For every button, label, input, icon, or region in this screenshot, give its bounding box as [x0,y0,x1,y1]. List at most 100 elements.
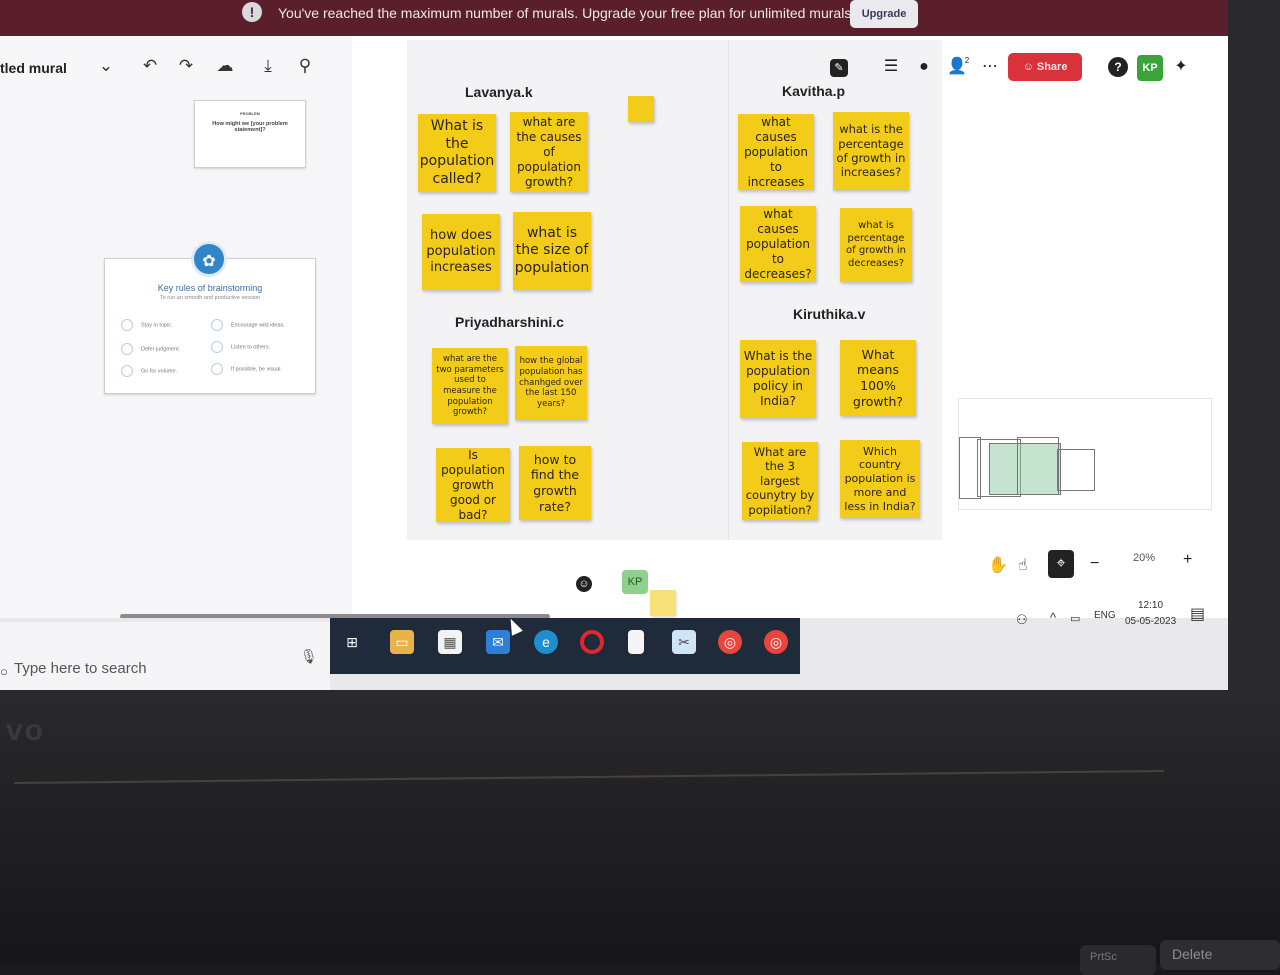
laptop-keyboard-deck: vo PrtSc Delete [0,690,1280,975]
sticky-note[interactable]: how to find the growth rate? [519,446,591,520]
rules-title: Key rules of brainstorming [157,283,263,293]
sticky-note[interactable]: what is percentage of growth in decrease… [840,208,912,282]
sparkle-icon[interactable]: ✦ [1170,56,1192,78]
group-name-lavanya: Lavanya.k [465,84,533,100]
more-icon[interactable]: ⋯ [979,56,1001,78]
mural-title[interactable]: tled mural [0,60,67,76]
outline-icon[interactable]: ☰ [880,56,902,78]
problem-statement-card[interactable]: PROBLEM How might we [your problem state… [194,100,306,168]
rule-item: Defer judgment. [121,343,180,355]
rule-item: Encourage wild ideas. [211,319,285,331]
upgrade-button[interactable]: Upgrade [850,0,918,28]
ear-icon [211,341,223,353]
minimap[interactable] [958,398,1212,510]
search-input[interactable]: Type here to search [14,660,147,677]
battery-icon[interactable]: ▭ [1070,612,1080,625]
chrome-icon[interactable]: ◎ [764,630,788,654]
group-name-kiruthika: Kiruthika.v [793,306,866,322]
sticky-note[interactable]: what are the causes of population growth… [510,112,588,192]
share-label: Share [1036,61,1068,73]
chevron-down-icon[interactable]: ⌄ [94,54,118,78]
minimap-frame [1017,437,1059,495]
lightbulb-icon [211,319,223,331]
taskbar-search[interactable]: ○ Type here to search 🎙 [0,622,330,690]
sticky-note[interactable]: what causes population to decreases? [740,206,816,282]
sticky-note[interactable]: What is the population called? [418,114,496,192]
search-icon[interactable]: ⚲ [293,54,317,78]
sticky-note[interactable]: how does population increases [422,214,500,290]
rule-item: If possible, be visual. [211,363,282,375]
prtsc-key: PrtSc [1080,945,1156,975]
notification-icon[interactable]: ▤ [1190,604,1205,624]
sticky-note[interactable]: what causes population to increases [738,114,814,190]
search-icon: ○ [0,664,8,679]
system-tray: ⚇ ^ ▭ ENG 12:10 05-05-2023 ▤ [1000,596,1228,636]
clock-time[interactable]: 12:10 [1138,600,1163,611]
chevron-up-icon[interactable]: ^ [1050,610,1056,625]
store-icon[interactable]: ▦ [438,630,462,654]
empty-sticky-note[interactable] [650,590,676,616]
note-icon[interactable]: ✎ [830,59,848,77]
sticky-note[interactable]: What are the 3 largest counytry by popil… [742,442,818,520]
folder-icon[interactable]: ▭ [390,630,414,654]
avatar[interactable]: KP [1137,55,1163,81]
share-icon: ☺ [1022,61,1037,73]
rule-item: Stay in topic. [121,319,173,331]
stack-icon [121,365,133,377]
group-name-priyadharshini: Priyadharshini.c [455,314,564,330]
group-name-kavitha: Kavitha.p [782,83,846,99]
download-icon[interactable]: ⤓ [256,54,280,78]
chat-icon[interactable]: ● [913,56,935,78]
undo-icon[interactable]: ↶ [138,54,162,78]
sticky-note[interactable]: What is the population policy in India? [740,340,816,418]
zoom-level[interactable]: 20% [1133,552,1155,564]
eye-icon [211,363,223,375]
help-icon[interactable]: ? [1108,57,1128,77]
mic-icon[interactable]: 🎙 [300,648,318,665]
file-icon[interactable] [628,630,644,654]
brainstorm-rules-card[interactable]: ✿ Key rules of brainstorming To run an s… [104,241,316,394]
rule-item: Listen to others. [211,341,270,353]
map-toggle-icon[interactable]: ⌖ [1048,550,1074,578]
language-indicator[interactable]: ENG [1094,610,1116,621]
alert-icon: ! [242,2,262,22]
brain-icon: ✿ [191,241,227,277]
sticky-note[interactable]: what is the size of population [513,212,591,290]
sticky-note[interactable]: what is the percentage of growth in incr… [833,112,909,190]
zoom-in-icon[interactable]: + [1183,546,1192,574]
hand-tool-icon[interactable]: ✋ [988,552,1008,580]
redo-icon[interactable]: ↷ [174,54,198,78]
area-divider [728,40,729,540]
minimap-frame [1057,449,1095,491]
target-icon [121,319,133,331]
clock-date[interactable]: 05-05-2023 [1125,616,1176,627]
hinge-line [14,769,1164,785]
snip-icon[interactable]: ✂ [672,630,696,654]
sticky-note[interactable]: What means 100% growth? [840,340,916,416]
problem-label: PROBLEM [240,111,260,116]
edge-icon[interactable]: e [534,630,558,654]
task-view-icon[interactable]: ⊞ [340,630,364,654]
cloud-icon[interactable]: ☁ [213,54,237,78]
plus-icon [121,343,133,355]
sticky-note[interactable]: how the global population has chanhged o… [515,346,587,420]
banner-message: You've reached the maximum number of mur… [278,5,856,21]
empty-sticky-note[interactable] [628,96,654,122]
screen-bezel [1228,0,1280,700]
sticky-note[interactable]: what are the two parameters used to meas… [432,348,508,424]
upgrade-banner: ! You've reached the maximum number of m… [0,0,1228,36]
notification-count: 2 [964,56,970,65]
sticky-note[interactable]: Is population growth good or bad? [436,448,510,522]
zoom-out-icon[interactable]: − [1090,550,1099,578]
select-tool-icon[interactable]: ☝ [1018,552,1028,580]
mail-icon[interactable]: ✉ [486,630,510,654]
chrome-icon[interactable]: ◎ [718,630,742,654]
taskbar-apps: ⊞ ▭ ▦ ✉ e ✂ ◎ ◎ [330,618,800,674]
people-icon[interactable]: ⚇ [1016,612,1028,628]
delete-key: Delete [1160,940,1280,970]
share-button[interactable]: ☺ Share [1008,53,1082,81]
emoji-icon[interactable]: ☺ [576,576,592,592]
sticky-note[interactable]: Which country population is more and les… [840,440,920,518]
opera-icon[interactable] [580,630,604,654]
problem-text: How might we [your problem statement]? [212,121,288,133]
